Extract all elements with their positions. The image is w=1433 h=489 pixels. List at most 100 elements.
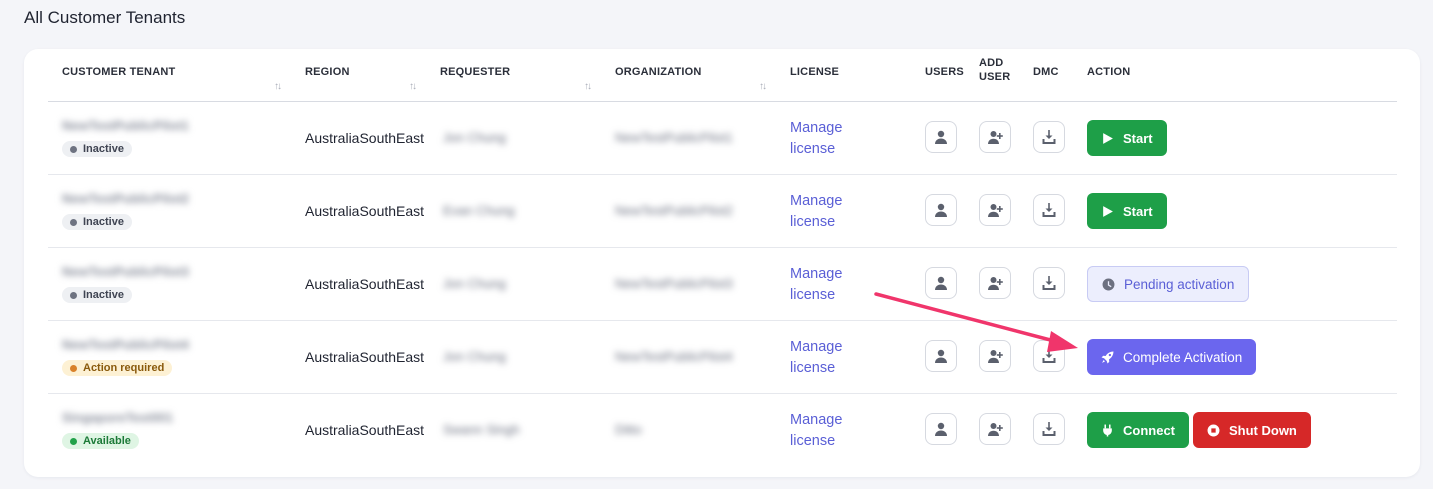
header-add-user-line1: ADD xyxy=(979,57,1004,69)
rocket-icon xyxy=(1101,351,1114,363)
region-cell: AustraliaSouthEast xyxy=(305,276,425,292)
tenant-name[interactable]: NewTestPublicPilot2 xyxy=(62,191,189,206)
user-icon xyxy=(935,276,947,290)
connect-button[interactable]: Connect xyxy=(1087,412,1189,448)
pending-activation-button[interactable]: Pending activation xyxy=(1087,266,1250,302)
sort-icon[interactable]: ↑↓ xyxy=(759,81,767,92)
status-badge: Available xyxy=(62,433,139,449)
dmc-button[interactable] xyxy=(1033,121,1065,153)
status-dot xyxy=(70,364,77,372)
organization-cell: NewTestPublicPilot2 xyxy=(615,203,733,218)
status-label: Inactive xyxy=(83,143,124,155)
tenant-name[interactable]: NewTestPublicPilot1 xyxy=(62,118,189,133)
table-row: NewTestPublicPilot3 Inactive AustraliaSo… xyxy=(48,248,1397,321)
tenant-name[interactable]: NewTestPublicPilot4 xyxy=(62,337,189,352)
download-tray-icon xyxy=(1042,349,1056,363)
start-label: Start xyxy=(1123,130,1153,146)
status-label: Action required xyxy=(83,362,165,374)
table-row: NewTestPublicPilot1 Inactive AustraliaSo… xyxy=(48,102,1397,175)
add-user-button[interactable] xyxy=(979,267,1011,299)
clock-icon xyxy=(1102,278,1115,290)
status-label: Inactive xyxy=(83,289,124,301)
header-customer-tenant[interactable]: CUSTOMER TENANT xyxy=(62,65,175,79)
users-button[interactable] xyxy=(925,267,957,299)
dmc-button[interactable] xyxy=(1033,413,1065,445)
download-tray-icon xyxy=(1042,276,1056,290)
page-title: All Customer Tenants xyxy=(24,8,186,27)
user-plus-icon xyxy=(988,350,1003,363)
user-plus-icon xyxy=(988,131,1003,144)
table-header: CUSTOMER TENANT ↑↓ REGION ↑↓ REQUESTER ↑… xyxy=(48,49,1397,102)
organization-cell: NewTestPublicPilot4 xyxy=(615,349,733,364)
tenant-name[interactable]: SingaporeTest001 xyxy=(62,410,173,425)
sort-icon[interactable]: ↑↓ xyxy=(584,81,592,92)
tenant-name[interactable]: NewTestPublicPilot3 xyxy=(62,264,189,279)
table-row: NewTestPublicPilot2 Inactive AustraliaSo… xyxy=(48,175,1397,248)
header-organization[interactable]: ORGANIZATION xyxy=(615,65,702,79)
users-button[interactable] xyxy=(925,413,957,445)
dmc-button[interactable] xyxy=(1033,194,1065,226)
region-cell: AustraliaSouthEast xyxy=(305,130,425,146)
play-icon xyxy=(1103,205,1113,217)
tenants-card: CUSTOMER TENANT ↑↓ REGION ↑↓ REQUESTER ↑… xyxy=(24,49,1420,477)
sort-icon[interactable]: ↑↓ xyxy=(274,81,282,92)
user-icon xyxy=(935,349,947,363)
status-badge: Inactive xyxy=(62,141,132,157)
start-button[interactable]: Start xyxy=(1087,120,1167,156)
users-button[interactable] xyxy=(925,340,957,372)
users-button[interactable] xyxy=(925,121,957,153)
header-region[interactable]: REGION xyxy=(305,65,350,79)
table-row: NewTestPublicPilot4 Action required Aust… xyxy=(48,321,1397,394)
add-user-button[interactable] xyxy=(979,413,1011,445)
header-requester[interactable]: REQUESTER xyxy=(440,65,510,79)
download-tray-icon xyxy=(1042,130,1056,144)
requester-cell: Jon Chung xyxy=(443,349,506,364)
status-badge: Inactive xyxy=(62,287,132,303)
status-dot xyxy=(70,437,77,445)
dmc-button[interactable] xyxy=(1033,340,1065,372)
manage-license-link[interactable]: Manage license xyxy=(790,337,860,379)
user-plus-icon xyxy=(988,204,1003,217)
start-button[interactable]: Start xyxy=(1087,193,1167,229)
requester-cell: Jon Chung xyxy=(443,130,506,145)
plug-icon xyxy=(1103,424,1112,436)
shut-down-button[interactable]: Shut Down xyxy=(1193,412,1311,448)
add-user-button[interactable] xyxy=(979,121,1011,153)
manage-license-link[interactable]: Manage license xyxy=(790,264,860,306)
manage-license-link[interactable]: Manage license xyxy=(790,191,860,233)
download-tray-icon xyxy=(1042,203,1056,217)
requester-cell: Evan Chung xyxy=(443,203,515,218)
complete-activation-label: Complete Activation xyxy=(1123,349,1243,365)
organization-cell: NewTestPublicPilot1 xyxy=(615,130,733,145)
sort-icon[interactable]: ↑↓ xyxy=(409,81,417,92)
tenants-table: CUSTOMER TENANT ↑↓ REGION ↑↓ REQUESTER ↑… xyxy=(48,49,1397,466)
header-dmc: DMC xyxy=(1033,66,1059,78)
connect-label: Connect xyxy=(1123,422,1175,438)
play-icon xyxy=(1103,132,1113,144)
download-tray-icon xyxy=(1042,422,1056,436)
add-user-button[interactable] xyxy=(979,340,1011,372)
organization-cell: NewTestPublicPilot3 xyxy=(615,276,733,291)
header-add-user: ADD USER xyxy=(979,56,1010,84)
start-label: Start xyxy=(1123,203,1153,219)
table-row: SingaporeTest001 Available AustraliaSout… xyxy=(48,394,1397,466)
user-plus-icon xyxy=(988,423,1003,436)
header-users: USERS xyxy=(925,66,964,78)
dmc-button[interactable] xyxy=(1033,267,1065,299)
user-plus-icon xyxy=(988,277,1003,290)
header-action: ACTION xyxy=(1087,66,1131,78)
region-cell: AustraliaSouthEast xyxy=(305,349,425,365)
add-user-button[interactable] xyxy=(979,194,1011,226)
users-button[interactable] xyxy=(925,194,957,226)
requester-cell: Jon Chung xyxy=(443,276,506,291)
region-cell: AustraliaSouthEast xyxy=(305,203,425,219)
region-cell: AustraliaSouthEast xyxy=(305,422,425,438)
status-badge: Inactive xyxy=(62,214,132,230)
manage-license-link[interactable]: Manage license xyxy=(790,118,860,160)
manage-license-link[interactable]: Manage license xyxy=(790,410,860,452)
pending-activation-label: Pending activation xyxy=(1124,276,1235,292)
complete-activation-button[interactable]: Complete Activation xyxy=(1087,339,1257,375)
stop-circle-icon xyxy=(1207,424,1220,436)
shut-down-label: Shut Down xyxy=(1229,422,1297,438)
user-icon xyxy=(935,130,947,144)
